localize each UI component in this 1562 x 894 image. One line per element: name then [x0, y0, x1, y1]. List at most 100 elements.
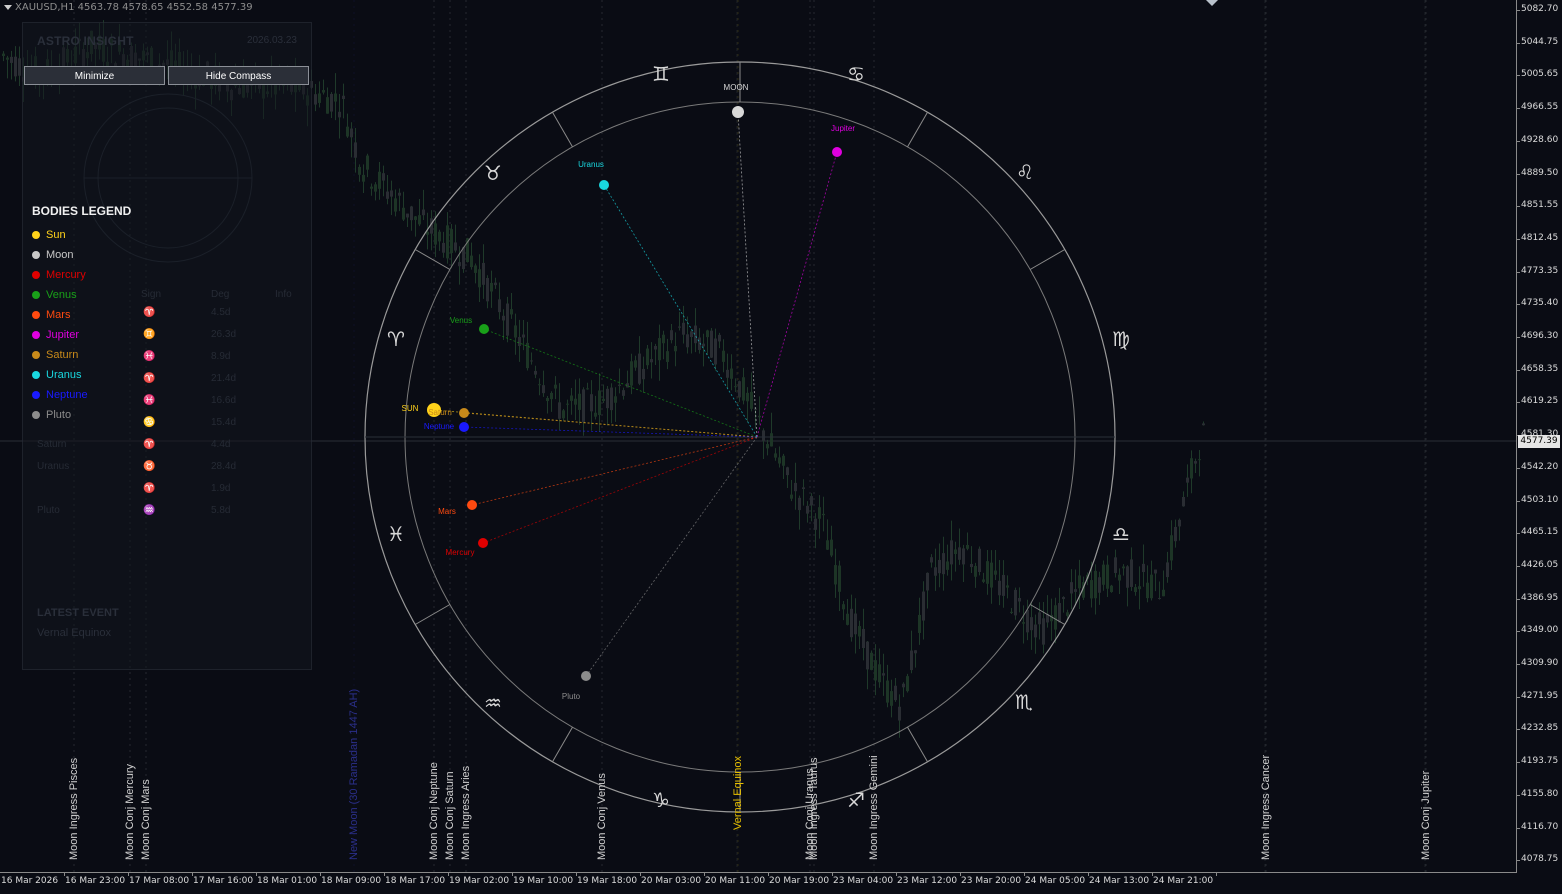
event-label: Moon Ingress Taurus	[808, 757, 820, 860]
table-cell-deg: 26.3d	[211, 329, 237, 340]
candle-body	[338, 111, 341, 118]
candle-body	[822, 513, 825, 516]
candle-body	[390, 190, 393, 197]
candle-body	[1146, 582, 1149, 599]
candle-body	[634, 360, 637, 368]
price-tick	[1517, 206, 1520, 208]
candle-body	[718, 334, 721, 342]
candle-body	[358, 166, 361, 175]
price-tick	[1517, 369, 1520, 371]
shift-marker-icon[interactable]	[1206, 0, 1218, 6]
price-label: 4503.10	[1521, 494, 1559, 505]
candle-body	[886, 680, 889, 703]
planet-neptune-icon[interactable]	[459, 422, 469, 432]
candle-body	[1154, 569, 1157, 574]
planet-mars-icon[interactable]	[467, 500, 477, 510]
candle-body	[662, 334, 665, 344]
candle-body	[962, 548, 965, 565]
event-label: Moon Conj Saturn	[444, 771, 456, 860]
candle-body	[550, 392, 553, 400]
planet-mercury-icon[interactable]	[478, 538, 488, 548]
candle-body	[518, 337, 521, 347]
compass-divider	[552, 726, 573, 763]
candle-body	[1118, 574, 1121, 581]
candle-body	[798, 497, 801, 511]
planet-jupiter-icon[interactable]	[832, 147, 842, 157]
event-label: New Moon (30 Ramadan 1447 AH)	[348, 688, 360, 860]
candle-body	[334, 93, 337, 102]
panel-date: 2026.03.23	[246, 35, 297, 46]
symbol-title[interactable]: XAUUSD,H1 4563.78 4578.65 4552.58 4577.3…	[4, 2, 253, 13]
price-tick	[1517, 337, 1520, 338]
candle-body	[318, 93, 321, 103]
aspect-line	[603, 184, 758, 438]
candle-body	[470, 255, 473, 268]
candle-body	[846, 613, 849, 625]
table-cell-deg: 5.8d	[211, 505, 231, 516]
price-tick	[1517, 173, 1520, 175]
candle-body	[522, 334, 525, 338]
table-cell-deg: 1.9d	[211, 483, 231, 494]
candle-body	[970, 563, 973, 568]
price-tick	[1517, 500, 1520, 502]
candle-body	[670, 330, 673, 341]
candle-body	[366, 155, 369, 170]
candle-body	[982, 579, 985, 582]
candle-body	[862, 628, 865, 649]
table-cell-deg: 15.4d	[211, 417, 237, 428]
candle-body	[1126, 566, 1129, 588]
zodiac-sign-icon: ♏	[1015, 690, 1033, 714]
planet-saturn-icon[interactable]	[459, 408, 469, 418]
price-tick	[1517, 565, 1520, 567]
candle-body	[322, 90, 325, 93]
candle-body	[474, 265, 477, 273]
planet-pluto-icon[interactable]	[581, 671, 591, 681]
candle-body	[314, 94, 317, 105]
price-chart[interactable]: XAUUSD,H1 4563.78 4578.65 4552.58 4577.3…	[0, 0, 1517, 873]
price-tick	[1517, 108, 1520, 110]
candle-body	[994, 570, 997, 575]
price-label: 4812.45	[1521, 232, 1559, 243]
candle-body	[654, 346, 657, 350]
price-label: 4542.20	[1521, 461, 1559, 472]
candle-body	[686, 334, 689, 348]
hide-compass-button[interactable]: Hide Compass	[168, 66, 309, 85]
table-cell-sign: ♊	[143, 329, 156, 340]
price-axis[interactable]: 5082.70 5044.75 5005.65 4966.55 4928.60 4889.…	[1517, 0, 1562, 872]
price-label: 4696.30	[1521, 331, 1559, 341]
candle-body	[582, 389, 585, 423]
candle-body	[782, 455, 785, 466]
candle-body	[674, 345, 677, 352]
price-tick	[1517, 75, 1520, 77]
aspect-line	[471, 436, 758, 506]
candle-body	[1162, 589, 1165, 597]
price-label: 4928.60	[1521, 134, 1559, 145]
minimize-button[interactable]: Minimize	[24, 66, 165, 85]
legend-item-mercury: Mercury	[32, 268, 86, 282]
candle-body	[910, 650, 913, 671]
price-label: 4193.75	[1521, 756, 1559, 767]
candle-body	[1074, 589, 1077, 592]
planet-moon-icon[interactable]	[732, 106, 744, 118]
candle-body	[722, 350, 725, 362]
candle-body	[546, 397, 549, 402]
planet-venus-icon[interactable]	[479, 324, 489, 334]
candle-body	[734, 386, 737, 388]
planet-uranus-icon[interactable]	[599, 180, 609, 190]
candle-body	[562, 410, 565, 419]
price-tick	[1517, 304, 1520, 306]
time-label: 18 Mar 01:00	[257, 876, 318, 886]
candle-body	[346, 126, 349, 137]
candle-body	[950, 540, 953, 565]
table-cell-deg: 4.4d	[211, 439, 231, 450]
time-axis[interactable]: 16 Mar 2026 16 Mar 23:00 17 Mar 08:00 17 Ma…	[0, 873, 1517, 894]
candle-body	[762, 430, 765, 441]
candle-body	[502, 315, 505, 321]
candle-body	[866, 641, 869, 670]
table-cell-sign: ♈	[143, 439, 156, 450]
event-label: Moon Conj Mars	[140, 779, 152, 860]
aspect-line	[756, 151, 838, 438]
candle-body	[966, 544, 969, 549]
astro-insight-panel: ASTRO INSIGHT 2026.03.23 Minimize Hide C…	[22, 22, 312, 670]
candle-body	[378, 171, 381, 189]
